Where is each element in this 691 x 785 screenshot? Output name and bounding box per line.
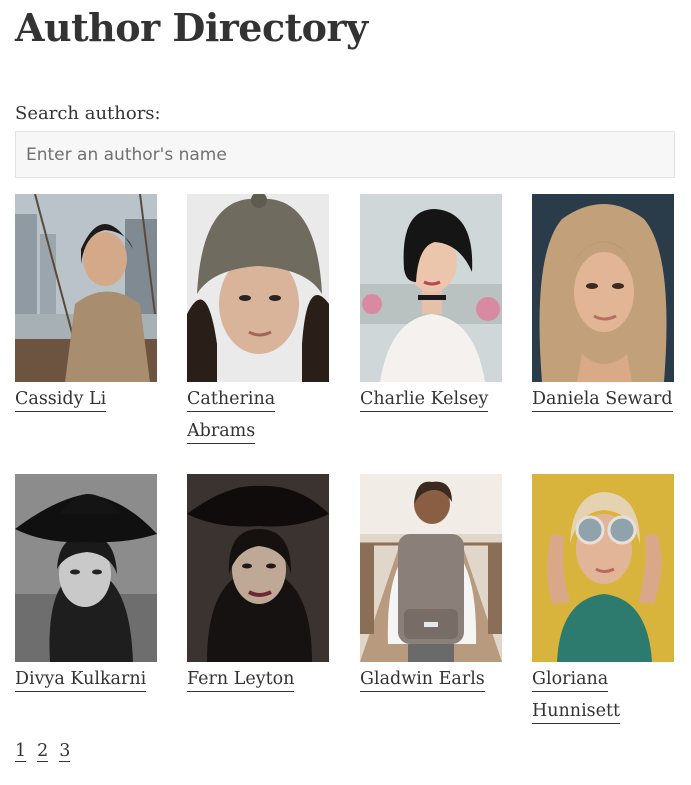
author-card: Gloriana Hunnisett [532,474,675,727]
page-title: Author Directory [15,5,368,50]
author-photo[interactable] [360,194,502,382]
author-name-link[interactable]: Charlie Kelsey [360,389,489,412]
author-name-link[interactable]: Fern Leyton [187,669,295,692]
author-name-link[interactable]: Catherina Abrams [187,389,276,444]
author-card: Gladwin Earls [360,474,503,695]
page-link-1[interactable]: 1 [15,741,27,762]
author-card: Charlie Kelsey [360,194,503,415]
author-name-link[interactable]: Cassidy Li [15,389,107,412]
search-input[interactable] [15,131,675,178]
search-label: Search authors: [15,103,161,124]
author-name-link[interactable]: Gladwin Earls [360,669,485,692]
author-card: Divya Kulkarni [15,474,158,695]
author-photo[interactable] [532,194,674,382]
page-link-3[interactable]: 3 [59,741,71,762]
author-name-link[interactable]: Divya Kulkarni [15,669,147,692]
author-card: Daniela Seward [532,194,675,415]
author-photo[interactable] [187,194,329,382]
author-photo[interactable] [532,474,674,662]
pagination: 123 [15,741,81,762]
author-photo[interactable] [15,194,157,382]
author-name-link[interactable]: Gloriana Hunnisett [532,669,621,724]
author-photo[interactable] [360,474,502,662]
author-card: Catherina Abrams [187,194,330,447]
author-card: Cassidy Li [15,194,158,415]
page-link-2[interactable]: 2 [37,741,49,762]
author-name-link[interactable]: Daniela Seward [532,389,673,412]
author-photo[interactable] [15,474,157,662]
author-card: Fern Leyton [187,474,330,695]
author-photo[interactable] [187,474,329,662]
